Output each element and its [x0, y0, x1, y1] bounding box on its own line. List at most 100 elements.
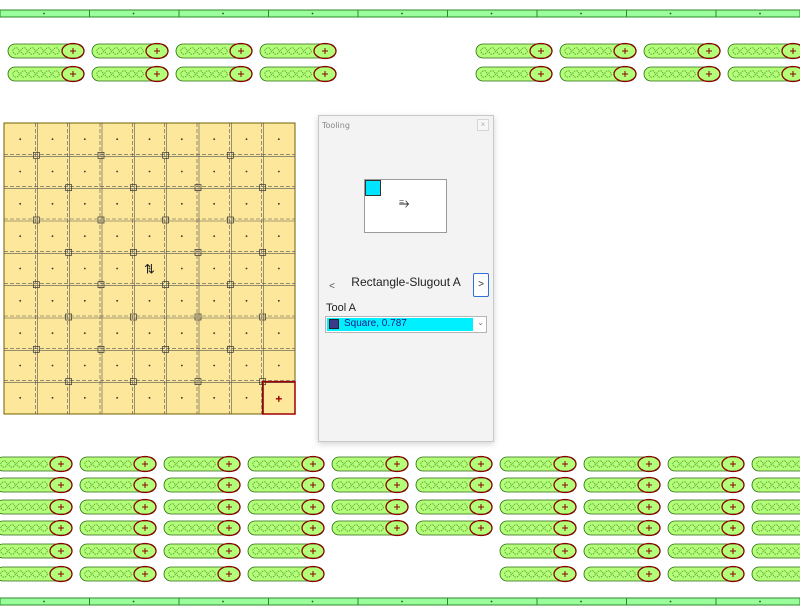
slugout-part[interactable] [499, 519, 577, 537]
slugout-part[interactable] [415, 498, 493, 516]
slugout-part[interactable] [331, 476, 409, 494]
slugout-part[interactable] [163, 498, 241, 516]
slugout-part[interactable] [583, 455, 661, 473]
tooling-dialog: Tooling × ⥱ < Rectangle-Slugout A > Tool… [318, 115, 494, 442]
slugout-part[interactable] [7, 65, 85, 83]
slugout-part[interactable] [667, 455, 745, 473]
cell-dot [148, 396, 151, 399]
cell-dot [245, 364, 248, 367]
slugout-part[interactable] [7, 42, 85, 60]
cell-dot [180, 396, 183, 399]
slugout-part[interactable] [259, 65, 337, 83]
slugout-part[interactable] [331, 519, 409, 537]
slugout-part[interactable] [667, 542, 745, 560]
cell-dot [277, 235, 280, 238]
slugout-part[interactable] [499, 476, 577, 494]
slugout-part[interactable] [163, 476, 241, 494]
slugout-part[interactable] [163, 455, 241, 473]
slugout-part[interactable] [667, 498, 745, 516]
tool-preview: ⥱ [364, 179, 447, 233]
slugout-part[interactable] [0, 565, 73, 583]
slugout-part[interactable] [667, 565, 745, 583]
bottom-rail-dot [490, 600, 493, 603]
slugout-part[interactable] [79, 519, 157, 537]
slugout-part[interactable] [751, 477, 800, 493]
slugout-part[interactable] [175, 65, 253, 83]
slugout-part[interactable] [583, 565, 661, 583]
cell-dot [180, 170, 183, 173]
slugout-part[interactable] [415, 455, 493, 473]
slugout-part[interactable] [667, 519, 745, 537]
cell-dot [277, 170, 280, 173]
slugout-part[interactable] [499, 565, 577, 583]
chevron-down-icon[interactable]: ⌄ [477, 318, 484, 327]
bottom-rail-dot [401, 600, 403, 603]
slugout-part[interactable] [175, 42, 253, 60]
slugout-part[interactable] [0, 542, 73, 560]
slugout-part[interactable] [247, 455, 325, 473]
slugout-part[interactable] [583, 476, 661, 494]
cell-dot [245, 138, 248, 141]
cell-dot [148, 332, 151, 335]
slugout-part[interactable] [751, 543, 800, 559]
cell-dot [277, 138, 280, 141]
slugout-part[interactable] [0, 519, 73, 537]
slugout-part[interactable] [247, 498, 325, 516]
top-rail-dot [490, 12, 493, 15]
slugout-part[interactable] [247, 542, 325, 560]
slugout-part[interactable] [0, 476, 73, 494]
slugout-part[interactable] [727, 65, 800, 83]
slugout-part[interactable] [559, 65, 637, 83]
tool-a-select[interactable]: Square, 0.787 ⌄ [325, 316, 487, 333]
slugout-part[interactable] [751, 566, 800, 582]
slugout-part[interactable] [499, 498, 577, 516]
slugout-part[interactable] [643, 42, 721, 60]
slugout-part[interactable] [247, 565, 325, 583]
slugout-part[interactable] [79, 498, 157, 516]
slugout-part[interactable] [499, 542, 577, 560]
slugout-part[interactable] [79, 565, 157, 583]
slugout-part[interactable] [583, 519, 661, 537]
slugout-part[interactable] [583, 498, 661, 516]
slugout-part[interactable] [163, 519, 241, 537]
dialog-title: Tooling [322, 121, 350, 130]
slugout-part[interactable] [79, 476, 157, 494]
cell-dot [213, 332, 216, 335]
cell-dot [19, 332, 22, 335]
slugout-part[interactable] [727, 42, 800, 60]
slugout-part[interactable] [415, 476, 493, 494]
next-tool-button[interactable]: > [473, 273, 489, 297]
slugout-part[interactable] [643, 65, 721, 83]
slugout-part[interactable] [667, 476, 745, 494]
slugout-part[interactable] [247, 519, 325, 537]
slugout-part[interactable] [583, 542, 661, 560]
slugout-part[interactable] [0, 498, 73, 516]
slugout-part[interactable] [751, 456, 800, 472]
slugout-part[interactable] [247, 476, 325, 494]
slugout-part[interactable] [475, 65, 553, 83]
slugout-part[interactable] [91, 42, 169, 60]
slugout-part[interactable] [259, 42, 337, 60]
slugout-part[interactable] [415, 519, 493, 537]
slugout-part[interactable] [91, 65, 169, 83]
slugout-part[interactable] [79, 455, 157, 473]
slugout-part[interactable] [751, 520, 800, 536]
slugout-part[interactable] [499, 455, 577, 473]
cell-dot [83, 202, 86, 205]
cell-dot [180, 364, 183, 367]
cell-dot [213, 202, 216, 205]
cell-dot [19, 364, 22, 367]
previous-tool-button[interactable]: < [325, 280, 339, 294]
bottom-rail-dot [132, 600, 135, 603]
slugout-part[interactable] [0, 455, 73, 473]
slugout-part[interactable] [331, 498, 409, 516]
slugout-part[interactable] [751, 499, 800, 515]
slugout-part[interactable] [163, 565, 241, 583]
slugout-part[interactable] [475, 42, 553, 60]
slugout-part[interactable] [559, 42, 637, 60]
slugout-part[interactable] [163, 542, 241, 560]
cell-dot [180, 299, 183, 302]
slugout-part[interactable] [79, 542, 157, 560]
slugout-part[interactable] [331, 455, 409, 473]
close-button[interactable]: × [477, 119, 489, 131]
